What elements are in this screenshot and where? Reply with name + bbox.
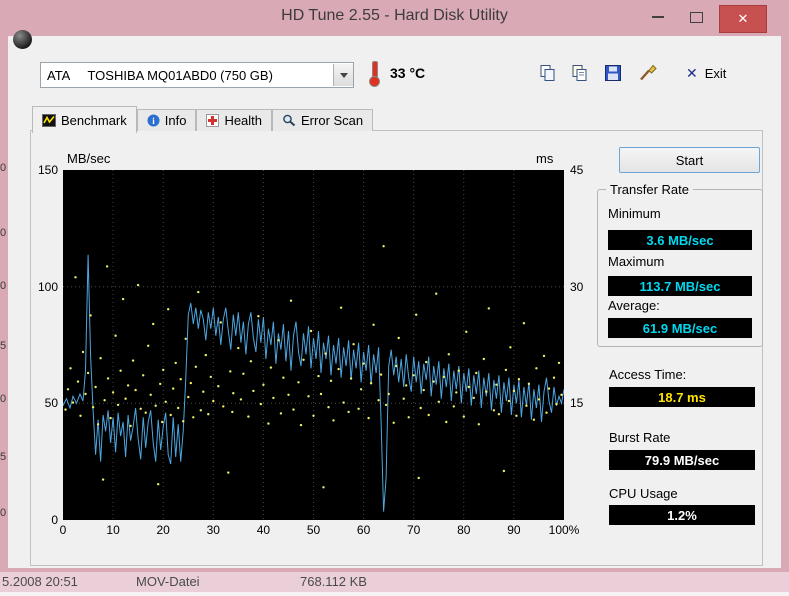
tab-info-label: Info <box>164 113 187 128</box>
options-button[interactable] <box>635 63 661 83</box>
tab-benchmark-label: Benchmark <box>61 112 127 128</box>
title-bar: HD Tune 2.55 - Hard Disk Utility ✕ <box>0 0 789 36</box>
y-left-tick: 100 <box>37 279 58 294</box>
window-client-area: ATA TOSHIBA MQ01ABD0 (750 GB) 33 °C ✕ Ex… <box>8 36 781 568</box>
copy-icon <box>540 65 555 81</box>
background-file-row: 5.2008 20:51 MOV-Datei 768.112 KB <box>0 572 789 592</box>
info-icon: i <box>147 114 160 127</box>
x-tick: 80 <box>457 523 471 537</box>
health-cross-icon <box>206 114 220 127</box>
tab-health[interactable]: Health <box>196 109 273 131</box>
x-tick: 0 <box>59 523 67 537</box>
tab-benchmark[interactable]: Benchmark <box>32 106 137 133</box>
x-tick: 10 <box>106 523 120 537</box>
hdtune-app-icon <box>13 30 32 49</box>
bg-digit: 5 <box>0 340 7 352</box>
close-button[interactable]: ✕ <box>719 5 767 33</box>
y-right-axis-title: ms <box>536 151 554 166</box>
background-strip <box>0 592 789 596</box>
desktop: 0005050 5.2008 20:51 MOV-Datei 768.112 K… <box>0 0 789 596</box>
x-tick: 50 <box>306 523 321 537</box>
bg-digit: 0 <box>0 507 7 519</box>
tab-info[interactable]: i Info <box>136 109 197 131</box>
transfer-rate-title: Transfer Rate <box>606 182 693 197</box>
cpu-usage-value: 1.2% <box>609 505 755 525</box>
y-right-tick: 45 <box>570 163 584 177</box>
minimum-value: 3.6 MB/sec <box>608 230 752 250</box>
close-icon: ✕ <box>737 11 749 26</box>
access-time-label: Access Time: <box>609 367 687 382</box>
tab-health-label: Health <box>224 113 263 128</box>
maximize-button[interactable] <box>681 5 711 29</box>
access-time-value: 18.7 ms <box>609 387 755 407</box>
x-axis: 0 10 20 30 40 50 60 70 80 90 100% <box>59 523 580 539</box>
drive-select[interactable]: ATA TOSHIBA MQ01ABD0 (750 GB) <box>40 62 354 88</box>
temperature-value: 33 °C <box>390 65 426 81</box>
dropdown-arrow-icon[interactable] <box>333 64 353 86</box>
benchmark-icon <box>42 113 56 127</box>
benchmark-chart <box>63 170 564 520</box>
bg-digit: 0 <box>0 280 7 292</box>
copy-button[interactable] <box>535 63 561 83</box>
benchmark-panel: MB/sec ms 0 50 100 150 15 30 45 0 10 20 30 40 50 60… <box>30 130 763 566</box>
file-type: MOV-Datei <box>136 574 200 589</box>
minimum-label: Minimum <box>608 206 661 221</box>
bg-digit: 0 <box>0 162 7 174</box>
copy-page-icon <box>572 65 587 81</box>
maximum-label: Maximum <box>608 254 665 269</box>
y-left-tick: 0 <box>51 513 58 527</box>
minimize-icon <box>652 16 664 18</box>
file-date: 5.2008 20:51 <box>2 574 78 589</box>
save-icon <box>605 65 621 81</box>
drive-select-value: ATA TOSHIBA MQ01ABD0 (750 GB) <box>47 67 273 83</box>
bg-digit: 0 <box>0 227 7 239</box>
window-controls: ✕ <box>643 5 767 33</box>
file-size: 768.112 KB <box>300 574 367 589</box>
x-tick: 90 <box>507 523 521 537</box>
y-left-axis: 0 50 100 150 <box>31 163 60 527</box>
thermometer-icon <box>368 61 380 88</box>
exit-label: Exit <box>704 65 727 81</box>
tab-error-scan[interactable]: Error Scan <box>272 109 374 131</box>
average-value: 61.9 MB/sec <box>608 318 752 338</box>
cpu-usage-label: CPU Usage <box>609 486 678 501</box>
magnifier-icon <box>283 114 296 127</box>
options-brush-icon <box>640 64 657 81</box>
burst-rate-label: Burst Rate <box>609 430 671 445</box>
save-button[interactable] <box>600 63 626 83</box>
y-left-tick: 50 <box>44 396 58 411</box>
maximize-icon <box>689 11 703 23</box>
start-button[interactable]: Start <box>619 147 760 173</box>
minimize-button[interactable] <box>643 5 673 29</box>
burst-rate-value: 79.9 MB/sec <box>609 450 755 470</box>
tab-strip: Benchmark i Info Health Error Scan <box>32 106 374 133</box>
x-tick: 100% <box>548 523 580 537</box>
average-label: Average: <box>608 298 660 313</box>
y-left-axis-title: MB/sec <box>67 151 111 166</box>
window-title: HD Tune 2.55 - Hard Disk Utility <box>281 7 508 24</box>
transfer-rate-group: Transfer Rate Minimum 3.6 MB/sec Maximum… <box>597 182 763 347</box>
x-tick: 40 <box>256 523 271 537</box>
y-right-axis: 15 30 45 <box>568 163 598 520</box>
exit-icon: ✕ <box>686 64 698 81</box>
exit-button[interactable]: ✕ Exit <box>686 63 726 83</box>
tab-error-scan-label: Error Scan <box>301 113 364 128</box>
x-tick: 30 <box>206 523 220 537</box>
y-right-tick: 30 <box>570 279 584 294</box>
x-tick: 70 <box>407 523 421 537</box>
y-right-tick: 15 <box>570 396 584 411</box>
maximum-value: 113.7 MB/sec <box>608 276 752 296</box>
bg-digit: 5 <box>0 451 7 463</box>
bg-digit: 0 <box>0 393 7 405</box>
x-tick: 20 <box>156 523 170 537</box>
x-tick: 60 <box>356 523 371 537</box>
y-left-tick: 150 <box>37 163 58 177</box>
copy-page-button[interactable] <box>567 63 593 83</box>
